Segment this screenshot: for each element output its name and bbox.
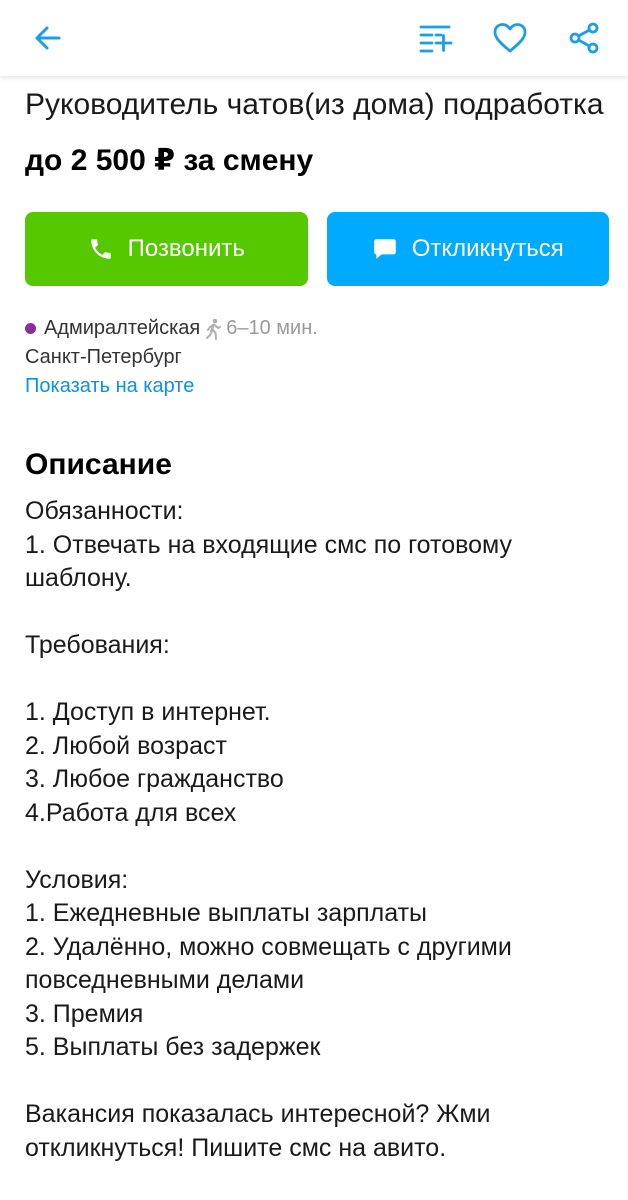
back-button[interactable] xyxy=(24,14,72,62)
listing-title: Руководитель чатов(из дома) подработка xyxy=(25,88,604,121)
action-buttons: Позвонить Откликнуться xyxy=(25,212,609,286)
list-add-icon xyxy=(419,25,453,53)
listing-content: Руководитель чатов(из дома) подработка д… xyxy=(25,76,609,1165)
add-to-list-button[interactable] xyxy=(412,14,460,62)
metro-line: Адмиралтейская 6–10 мин. xyxy=(25,314,609,343)
arrow-left-icon xyxy=(35,26,61,50)
description-heading: Описание xyxy=(25,448,172,481)
share-icon xyxy=(569,22,599,54)
city: Санкт-Петербург xyxy=(25,346,182,368)
walk-time: 6–10 мин. xyxy=(206,314,318,343)
walking-person-icon xyxy=(206,318,222,340)
heart-icon xyxy=(493,23,527,53)
phone-icon xyxy=(88,236,114,262)
top-app-bar xyxy=(0,0,628,76)
call-button-label: Позвонить xyxy=(127,235,245,262)
reply-button[interactable]: Откликнуться xyxy=(326,212,609,286)
description-text: Обязанности: 1. Отвечать на входящие смс… xyxy=(25,497,512,1162)
call-button[interactable]: Позвонить xyxy=(25,212,308,286)
chat-bubble-icon xyxy=(372,236,398,262)
show-on-map-link[interactable]: Показать на карте xyxy=(25,372,609,401)
listing-price: до 2 500 ₽ за смену xyxy=(25,144,314,177)
walk-time-text: 6–10 мин. xyxy=(226,317,318,339)
share-button[interactable] xyxy=(560,14,608,62)
metro-line-dot xyxy=(25,323,36,334)
reply-button-label: Откликнуться xyxy=(411,235,564,262)
location-block: Адмиралтейская 6–10 мин. Санкт-Петербург… xyxy=(25,314,609,401)
favorite-button[interactable] xyxy=(486,14,534,62)
metro-station: Адмиралтейская xyxy=(44,317,201,339)
